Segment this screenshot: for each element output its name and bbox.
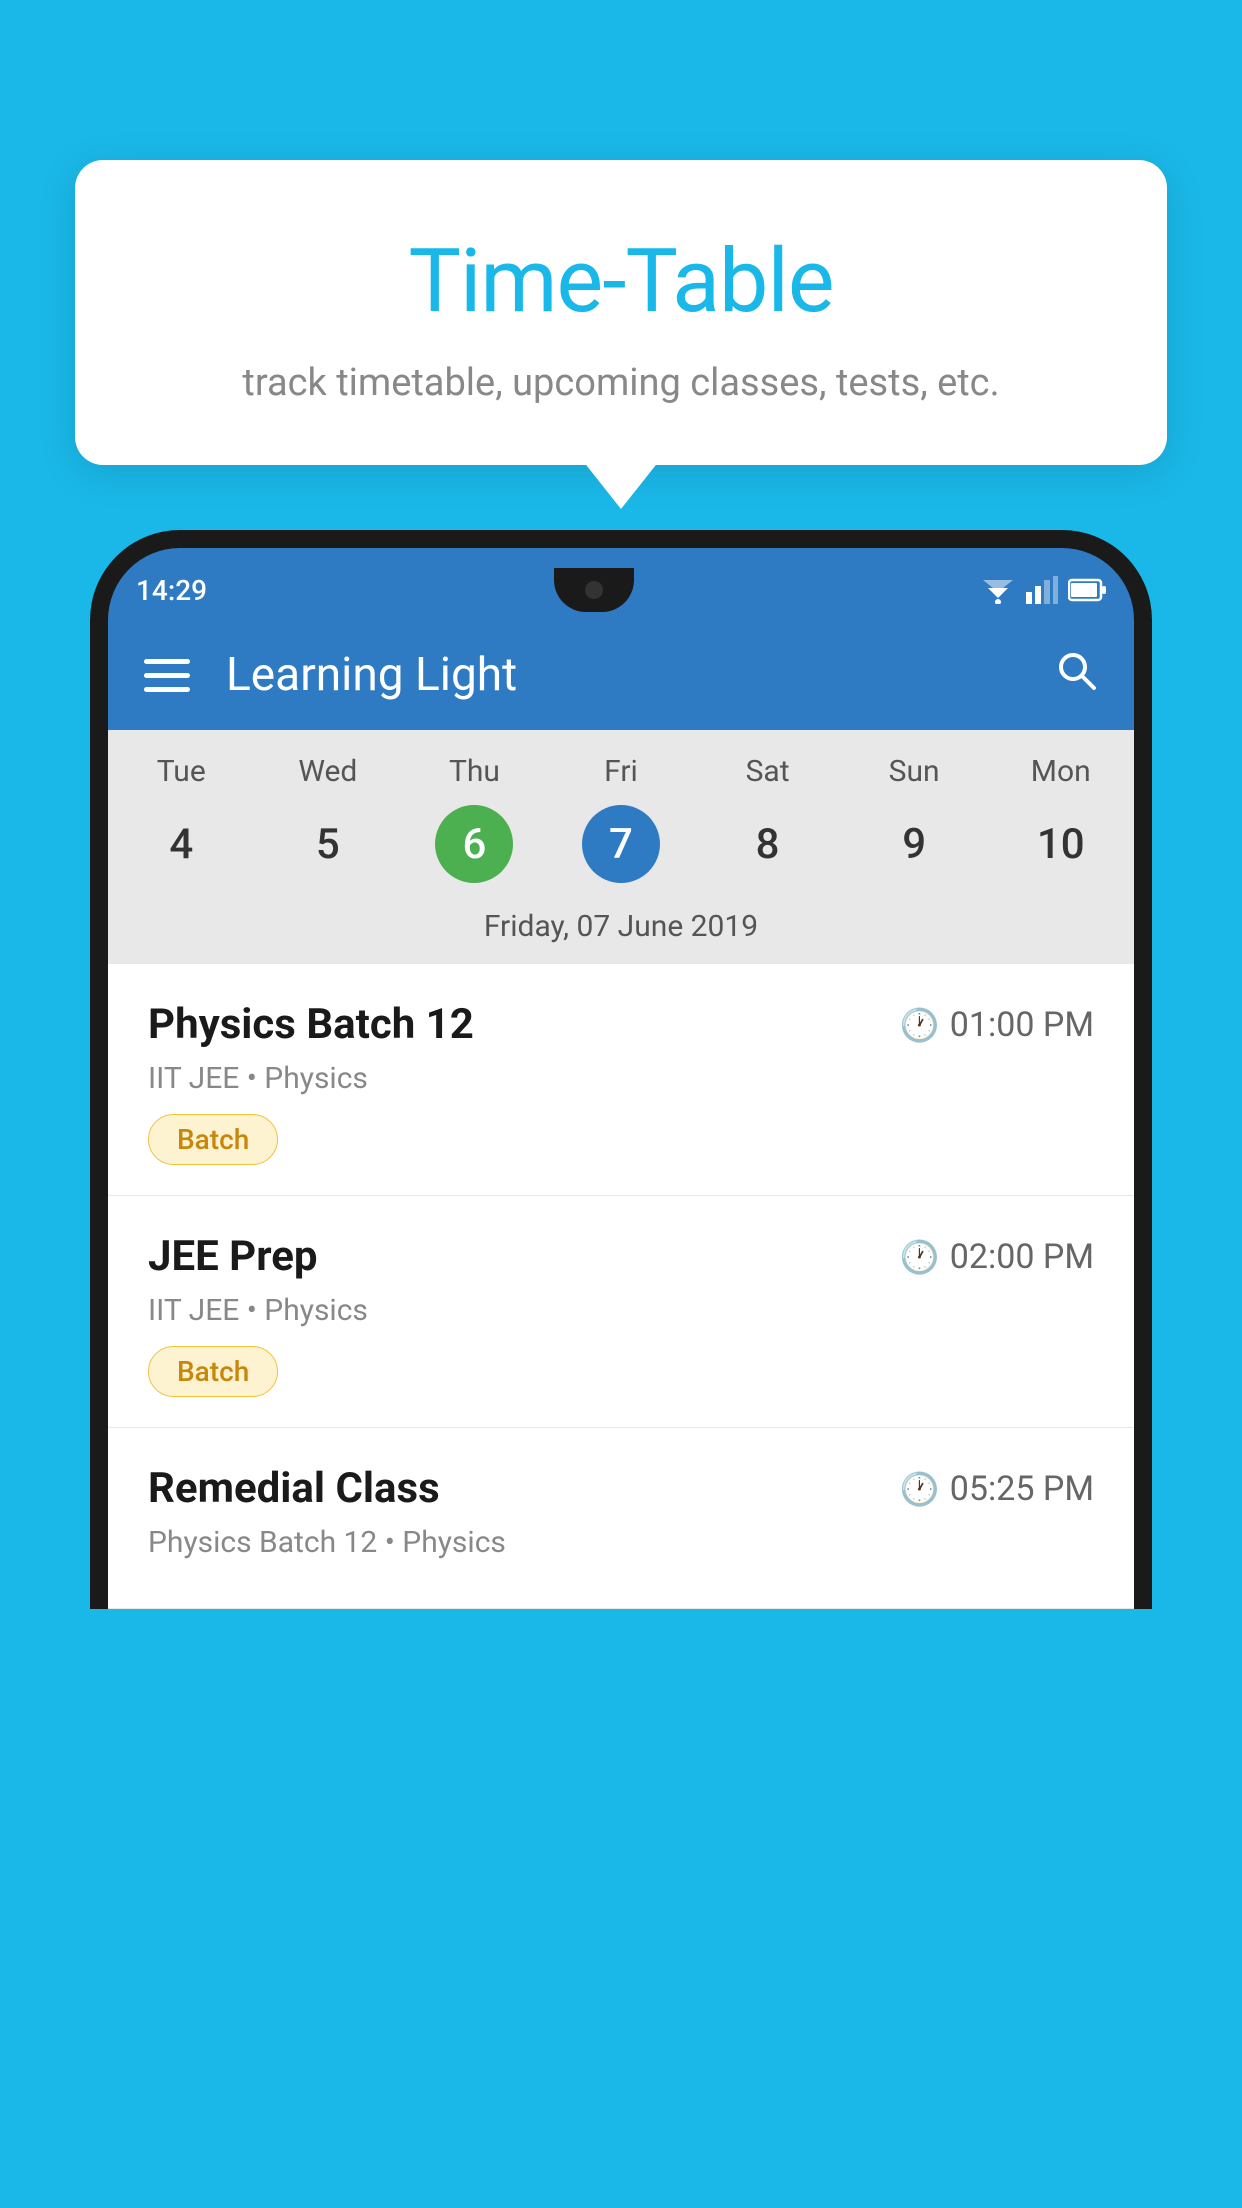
day-fri[interactable]: Fri: [548, 754, 695, 789]
schedule-meta-2: IIT JEE • Physics: [148, 1293, 1094, 1328]
schedule-item-header-3: Remedial Class 🕐 05:25 PM: [148, 1464, 1094, 1513]
clock-icon-1: 🕐: [900, 1006, 940, 1044]
signal-icon: [1026, 576, 1058, 604]
schedule-time-3: 🕐 05:25 PM: [900, 1469, 1094, 1509]
batch-tag-1: Batch: [148, 1114, 278, 1165]
schedule-time-1: 🕐 01:00 PM: [900, 1005, 1094, 1045]
schedule-item-header-1: Physics Batch 12 🕐 01:00 PM: [148, 1000, 1094, 1049]
status-icons: [980, 576, 1106, 604]
calendar-section: Tue Wed Thu Fri Sat Sun Mon 4 5 6 7 8 9 …: [108, 730, 1134, 964]
app-title: Learning Light: [226, 648, 1054, 702]
date-7[interactable]: 7: [548, 805, 695, 883]
schedule-time-value-1: 01:00 PM: [950, 1005, 1094, 1045]
date-numbers: 4 5 6 7 8 9 10: [108, 797, 1134, 899]
schedule-meta-1: IIT JEE • Physics: [148, 1061, 1094, 1096]
schedule-time-value-2: 02:00 PM: [950, 1237, 1094, 1277]
date-9[interactable]: 9: [841, 805, 988, 883]
menu-line-1: [144, 659, 190, 664]
schedule-title-3: Remedial Class: [148, 1464, 440, 1513]
date-6[interactable]: 6: [401, 805, 548, 883]
schedule-item-2[interactable]: JEE Prep 🕐 02:00 PM IIT JEE • Physics Ba…: [108, 1196, 1134, 1428]
schedule-item-1[interactable]: Physics Batch 12 🕐 01:00 PM IIT JEE • Ph…: [108, 964, 1134, 1196]
date-5[interactable]: 5: [255, 805, 402, 883]
camera: [585, 581, 603, 599]
phone-mockup: 14:29: [90, 530, 1152, 2208]
battery-icon: [1068, 577, 1106, 603]
day-sun[interactable]: Sun: [841, 754, 988, 789]
search-button[interactable]: [1054, 648, 1098, 703]
schedule-meta-3: Physics Batch 12 • Physics: [148, 1525, 1094, 1560]
date-8[interactable]: 8: [694, 805, 841, 883]
app-bar: Learning Light: [108, 620, 1134, 730]
date-4[interactable]: 4: [108, 805, 255, 883]
schedule-list: Physics Batch 12 🕐 01:00 PM IIT JEE • Ph…: [108, 964, 1134, 1609]
tooltip-subtitle: track timetable, upcoming classes, tests…: [135, 361, 1107, 405]
schedule-time-value-3: 05:25 PM: [950, 1469, 1094, 1509]
schedule-item-3[interactable]: Remedial Class 🕐 05:25 PM Physics Batch …: [108, 1428, 1134, 1609]
notch: [554, 568, 634, 612]
day-mon[interactable]: Mon: [987, 754, 1134, 789]
clock-icon-3: 🕐: [900, 1470, 940, 1508]
batch-tag-2: Batch: [148, 1346, 278, 1397]
menu-icon[interactable]: [144, 659, 190, 692]
wifi-icon: [980, 576, 1016, 604]
tooltip-card: Time-Table track timetable, upcoming cla…: [75, 160, 1167, 465]
status-time: 14:29: [136, 574, 207, 607]
app-screen: Learning Light Tue Wed Thu Fri Sat Sun: [108, 620, 1134, 1609]
schedule-item-header-2: JEE Prep 🕐 02:00 PM: [148, 1232, 1094, 1281]
menu-line-2: [144, 673, 190, 678]
schedule-time-2: 🕐 02:00 PM: [900, 1237, 1094, 1277]
date-10[interactable]: 10: [987, 805, 1134, 883]
schedule-title-1: Physics Batch 12: [148, 1000, 474, 1049]
clock-icon-2: 🕐: [900, 1238, 940, 1276]
search-icon: [1054, 648, 1098, 692]
day-wed[interactable]: Wed: [255, 754, 402, 789]
tooltip-title: Time-Table: [135, 230, 1107, 333]
day-labels: Tue Wed Thu Fri Sat Sun Mon: [108, 730, 1134, 797]
schedule-title-2: JEE Prep: [148, 1232, 318, 1281]
selected-date-label: Friday, 07 June 2019: [108, 899, 1134, 964]
day-thu[interactable]: Thu: [401, 754, 548, 789]
menu-line-3: [144, 687, 190, 692]
status-bar: 14:29: [108, 548, 1134, 620]
day-tue[interactable]: Tue: [108, 754, 255, 789]
day-sat[interactable]: Sat: [694, 754, 841, 789]
phone-outer: 14:29: [90, 530, 1152, 1609]
